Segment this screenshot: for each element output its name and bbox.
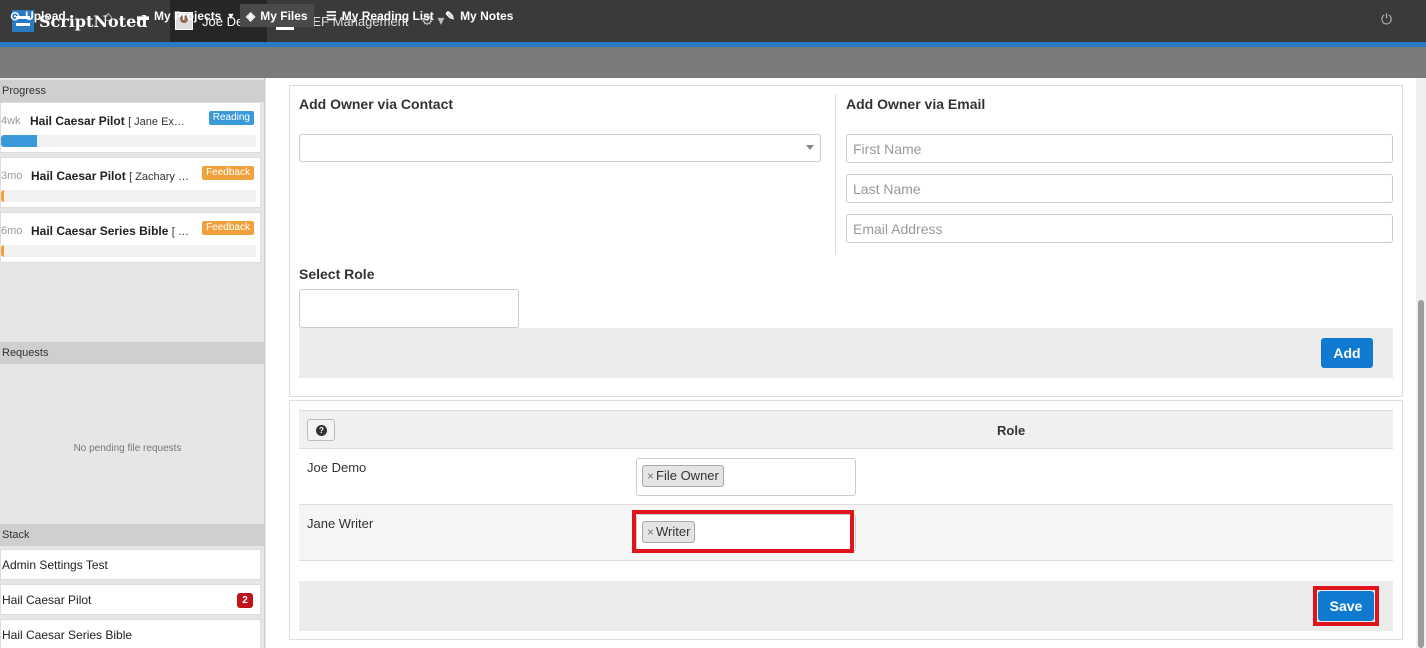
stack-item-title: Admin Settings Test — [2, 558, 108, 572]
progress-bar — [1, 190, 256, 202]
email-field[interactable]: Email Address — [846, 214, 1393, 243]
status-badge: Reading — [208, 111, 254, 125]
dropdown-arrow-icon — [806, 145, 814, 150]
stack-item[interactable]: Admin Settings Test — [0, 549, 261, 580]
progress-card[interactable]: 6mo Hail Caesar Series Bible [ … Feedback — [0, 212, 261, 263]
upload-button[interactable]: ⊙ Upload — [10, 4, 66, 27]
list-icon: ☰ — [326, 8, 337, 23]
progress-card[interactable]: 3mo Hail Caesar Pilot [ Zachary … Feedback — [0, 157, 261, 208]
progress-fill — [1, 190, 5, 202]
progress-bar — [1, 245, 256, 257]
owner-name: Jane Writer — [307, 516, 374, 531]
email-section-label: Add Owner via Email — [846, 96, 986, 112]
stack-header: Stack — [0, 524, 264, 546]
last-name-field[interactable]: Last Name — [846, 174, 1393, 203]
role-tag-label: File Owner — [656, 468, 719, 483]
layers-icon: ◈ — [246, 8, 256, 23]
progress-card[interactable]: 4wk Hail Caesar Pilot [ Jane Ex… Reading — [0, 102, 261, 153]
my-files-tab[interactable]: ◈ My Files — [240, 4, 314, 27]
owner-name: Joe Demo — [307, 460, 367, 475]
progress-title-text: Hail Caesar Pilot — [31, 169, 126, 183]
table-header — [299, 410, 1393, 449]
my-reading-list-label: My Reading List — [341, 8, 434, 23]
select-role-label: Select Role — [299, 266, 375, 282]
my-notes-label: My Notes — [460, 8, 514, 23]
help-button[interactable]: ? — [307, 419, 335, 441]
stack-item-title: Hail Caesar Series Bible — [2, 628, 133, 642]
progress-age: 3mo — [1, 170, 23, 182]
sidebar: Progress 4wk Hail Caesar Pilot [ Jane Ex…… — [0, 78, 265, 648]
highlight-box — [632, 510, 854, 553]
folder-icon: ▬ — [137, 8, 149, 23]
progress-bar — [1, 135, 256, 147]
contact-select[interactable] — [299, 134, 821, 162]
first-name-field[interactable]: First Name — [846, 134, 1393, 163]
save-action-well — [299, 581, 1393, 631]
sub-navigation — [0, 47, 1426, 78]
role-tag: × File Owner — [642, 465, 724, 487]
role-column-header: Role — [997, 423, 1026, 438]
help-icon: ? — [316, 425, 327, 436]
add-action-well — [299, 328, 1393, 378]
stack-item-title: Hail Caesar Pilot — [2, 593, 92, 607]
pencil-icon: ✎ — [445, 8, 456, 23]
no-requests-text: No pending file requests — [73, 443, 182, 454]
highlight-box — [1313, 586, 1379, 626]
upload-label: Upload — [25, 8, 66, 23]
role-select[interactable] — [299, 289, 519, 328]
progress-title-text: Hail Caesar Series Bible — [31, 224, 169, 238]
my-files-label: My Files — [260, 8, 308, 23]
remove-tag-icon[interactable]: × — [647, 469, 654, 483]
progress-meta: [ Jane Ex… — [128, 116, 185, 128]
progress-header: Progress — [0, 80, 264, 102]
contact-label: Add Owner via Contact — [299, 96, 454, 112]
scrollbar-thumb[interactable] — [1418, 300, 1424, 648]
power-icon[interactable]: ⏻ — [1381, 11, 1392, 28]
status-badge: Feedback — [202, 221, 254, 235]
upload-icon: ⊙ — [10, 8, 21, 23]
requests-header: Requests — [0, 342, 264, 364]
home-button[interactable]: ⌂ — [104, 4, 117, 27]
status-badge: Feedback — [202, 166, 254, 180]
progress-title: Hail Caesar Series Bible [ … — [31, 224, 189, 238]
stack-item[interactable]: Hail Caesar Series Bible — [0, 619, 261, 648]
progress-meta: [ … — [171, 226, 189, 238]
progress-title: Hail Caesar Pilot [ Zachary … — [31, 169, 189, 183]
progress-age: 4wk — [1, 115, 21, 127]
progress-age: 6mo — [1, 225, 23, 237]
role-tag-input[interactable]: × File Owner — [636, 458, 856, 496]
section-divider — [835, 94, 836, 254]
stack-item[interactable]: Hail Caesar Pilot 2 — [0, 584, 261, 615]
my-notes-tab[interactable]: ✎ My Notes — [445, 4, 513, 27]
home-icon: ⌂ — [104, 7, 113, 24]
progress-title: Hail Caesar Pilot [ Jane Ex… — [30, 114, 185, 128]
progress-meta: [ Zachary … — [129, 171, 189, 183]
add-button[interactable]: Add — [1321, 338, 1373, 368]
progress-fill — [1, 135, 37, 147]
progress-title-text: Hail Caesar Pilot — [30, 114, 125, 128]
my-projects-menu[interactable]: ▬ My Projects ▼ — [137, 4, 235, 27]
my-reading-list-tab[interactable]: ☰ My Reading List — [326, 4, 434, 27]
progress-fill — [1, 245, 5, 257]
chevron-down-icon: ▼ — [226, 10, 236, 21]
my-projects-label: My Projects — [154, 8, 222, 23]
stack-count-badge: 2 — [237, 593, 253, 608]
